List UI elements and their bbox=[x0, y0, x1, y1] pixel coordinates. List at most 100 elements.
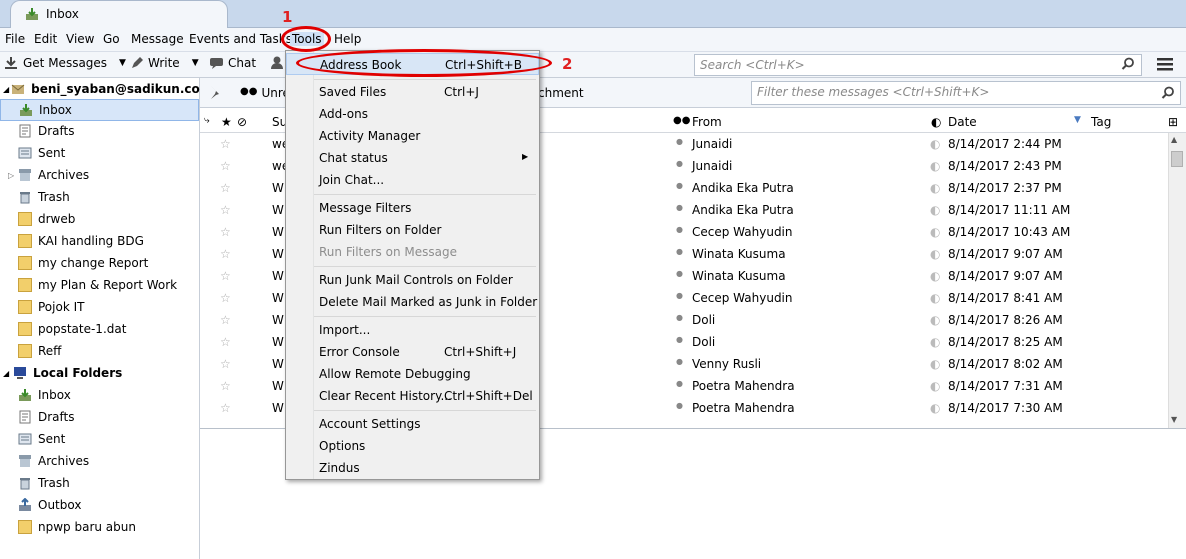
read-dot-icon[interactable]: ● bbox=[676, 137, 683, 146]
write-button[interactable]: Write ▼ bbox=[130, 56, 199, 70]
menu-item-delete-junk[interactable]: Delete Mail Marked as Junk in Folder bbox=[286, 291, 539, 313]
menu-item-error-console[interactable]: Error Console Ctrl+Shift+J bbox=[286, 341, 539, 363]
star-icon[interactable]: ☆ bbox=[220, 335, 231, 349]
menu-item-remote-debugging[interactable]: Allow Remote Debugging bbox=[286, 363, 539, 385]
folder-inbox[interactable]: Inbox bbox=[0, 99, 199, 121]
attachment-column-icon[interactable]: ⊘ bbox=[237, 115, 247, 129]
scroll-up-icon[interactable]: ▲ bbox=[1171, 135, 1177, 144]
folder-kai-handling-bdg[interactable]: KAI handling BDG bbox=[0, 230, 199, 252]
menu-item-add-ons[interactable]: Add-ons bbox=[286, 103, 539, 125]
junk-status-icon[interactable]: ◐ bbox=[930, 247, 940, 261]
read-dot-icon[interactable]: ● bbox=[676, 379, 683, 388]
menu-message[interactable]: Message bbox=[131, 32, 184, 46]
menu-item-join-chat[interactable]: Join Chat... bbox=[286, 169, 539, 191]
expand-arrow-icon[interactable]: ▷ bbox=[8, 171, 18, 180]
junk-status-icon[interactable]: ◐ bbox=[930, 181, 940, 195]
menu-item-chat-status[interactable]: Chat status ▶ bbox=[286, 147, 539, 169]
search-input[interactable]: Search <Ctrl+K> bbox=[694, 54, 1142, 76]
star-icon[interactable]: ☆ bbox=[220, 203, 231, 217]
star-icon[interactable]: ☆ bbox=[220, 225, 231, 239]
local-folder-drafts[interactable]: Drafts bbox=[0, 406, 199, 428]
menu-item-import[interactable]: Import... bbox=[286, 319, 539, 341]
menu-file[interactable]: File bbox=[5, 32, 25, 46]
local-folder-npwp[interactable]: npwp baru abun bbox=[0, 516, 199, 538]
read-dot-icon[interactable]: ● bbox=[676, 203, 683, 212]
folder-my-change-report[interactable]: my change Report bbox=[0, 252, 199, 274]
chat-button[interactable]: Chat bbox=[209, 56, 256, 70]
star-icon[interactable]: ☆ bbox=[220, 181, 231, 195]
account-header[interactable]: ◢ beni_syaban@sadikun.com bbox=[0, 78, 212, 100]
junk-column-icon[interactable]: ◐ bbox=[931, 115, 941, 129]
folder-trash[interactable]: Trash bbox=[0, 186, 199, 208]
local-folder-inbox[interactable]: Inbox bbox=[0, 384, 199, 406]
read-dot-icon[interactable]: ● bbox=[676, 269, 683, 278]
junk-status-icon[interactable]: ◐ bbox=[930, 379, 940, 393]
read-dot-icon[interactable]: ● bbox=[676, 401, 683, 410]
menu-help[interactable]: Help bbox=[334, 32, 361, 46]
read-column-icon[interactable]: ●● bbox=[673, 115, 690, 126]
junk-status-icon[interactable]: ◐ bbox=[930, 203, 940, 217]
menu-item-message-filters[interactable]: Message Filters bbox=[286, 197, 539, 219]
folder-sent[interactable]: Sent bbox=[0, 142, 199, 164]
folder-archives[interactable]: ▷ Archives bbox=[0, 164, 199, 186]
star-icon[interactable]: ☆ bbox=[220, 313, 231, 327]
star-icon[interactable]: ☆ bbox=[220, 401, 231, 415]
read-dot-icon[interactable]: ● bbox=[676, 357, 683, 366]
read-dot-icon[interactable]: ● bbox=[676, 335, 683, 344]
tab-inbox[interactable]: Inbox bbox=[10, 0, 228, 28]
junk-status-icon[interactable]: ◐ bbox=[930, 269, 940, 283]
menu-item-run-filters-folder[interactable]: Run Filters on Folder bbox=[286, 219, 539, 241]
menu-item-clear-history[interactable]: Clear Recent History... Ctrl+Shift+Del bbox=[286, 385, 539, 407]
thread-column-icon[interactable]: ⤷ bbox=[204, 115, 210, 126]
read-dot-icon[interactable]: ● bbox=[676, 159, 683, 168]
address-book-button[interactable] bbox=[271, 56, 283, 69]
menu-item-account-settings[interactable]: Account Settings bbox=[286, 413, 539, 435]
read-dot-icon[interactable]: ● bbox=[676, 225, 683, 234]
folder-my-plan-report-work[interactable]: my Plan & Report Work bbox=[0, 274, 199, 296]
junk-status-icon[interactable]: ◐ bbox=[930, 335, 940, 349]
folder-popstate[interactable]: popstate-1.dat bbox=[0, 318, 199, 340]
app-menu-icon[interactable] bbox=[1157, 58, 1173, 71]
read-dot-icon[interactable]: ● bbox=[676, 181, 683, 190]
star-icon[interactable]: ☆ bbox=[220, 357, 231, 371]
filter-messages-input[interactable]: Filter these messages <Ctrl+Shift+K> bbox=[751, 81, 1181, 105]
menu-item-run-junk-controls[interactable]: Run Junk Mail Controls on Folder bbox=[286, 269, 539, 291]
get-messages-button[interactable]: Get Messages ▼ bbox=[4, 56, 126, 70]
menu-go[interactable]: Go bbox=[103, 32, 120, 46]
column-picker-icon[interactable]: ⊞ bbox=[1168, 115, 1178, 129]
menu-item-activity-manager[interactable]: Activity Manager bbox=[286, 125, 539, 147]
star-icon[interactable]: ☆ bbox=[220, 137, 231, 151]
attachment-filter-label[interactable]: chment bbox=[538, 86, 584, 100]
collapse-arrow-icon[interactable]: ◢ bbox=[3, 85, 9, 94]
unread-filter-button[interactable]: ●● Unre bbox=[240, 86, 290, 100]
tag-column-header[interactable]: Tag bbox=[1091, 115, 1111, 129]
star-icon[interactable]: ☆ bbox=[220, 269, 231, 283]
scroll-down-icon[interactable]: ▼ bbox=[1171, 415, 1177, 424]
menu-view[interactable]: View bbox=[66, 32, 94, 46]
chevron-down-icon[interactable]: ▼ bbox=[119, 58, 126, 68]
date-column-header[interactable]: Date bbox=[948, 115, 977, 129]
menu-item-options[interactable]: Options bbox=[286, 435, 539, 457]
junk-status-icon[interactable]: ◐ bbox=[930, 291, 940, 305]
message-list-scrollbar[interactable]: ▲ ▼ bbox=[1168, 133, 1186, 428]
read-dot-icon[interactable]: ● bbox=[676, 291, 683, 300]
local-folders-header[interactable]: ◢ Local Folders bbox=[0, 362, 199, 384]
junk-status-icon[interactable]: ◐ bbox=[930, 401, 940, 415]
menu-edit[interactable]: Edit bbox=[34, 32, 57, 46]
menu-item-saved-files[interactable]: Saved Files Ctrl+J bbox=[286, 81, 539, 103]
read-dot-icon[interactable]: ● bbox=[676, 247, 683, 256]
star-icon[interactable]: ☆ bbox=[220, 159, 231, 173]
from-column-header[interactable]: From bbox=[692, 115, 722, 129]
star-icon[interactable]: ☆ bbox=[220, 379, 231, 393]
local-folder-archives[interactable]: Archives bbox=[0, 450, 199, 472]
local-folder-sent[interactable]: Sent bbox=[0, 428, 199, 450]
folder-reff[interactable]: Reff bbox=[0, 340, 199, 362]
search-icon[interactable] bbox=[1121, 57, 1135, 71]
scrollbar-thumb[interactable] bbox=[1171, 151, 1183, 167]
junk-status-icon[interactable]: ◐ bbox=[930, 159, 940, 173]
collapse-arrow-icon[interactable]: ◢ bbox=[3, 369, 11, 378]
chevron-down-icon[interactable]: ▼ bbox=[192, 58, 199, 68]
junk-status-icon[interactable]: ◐ bbox=[930, 137, 940, 151]
folder-drweb[interactable]: drweb bbox=[0, 208, 199, 230]
junk-status-icon[interactable]: ◐ bbox=[930, 225, 940, 239]
